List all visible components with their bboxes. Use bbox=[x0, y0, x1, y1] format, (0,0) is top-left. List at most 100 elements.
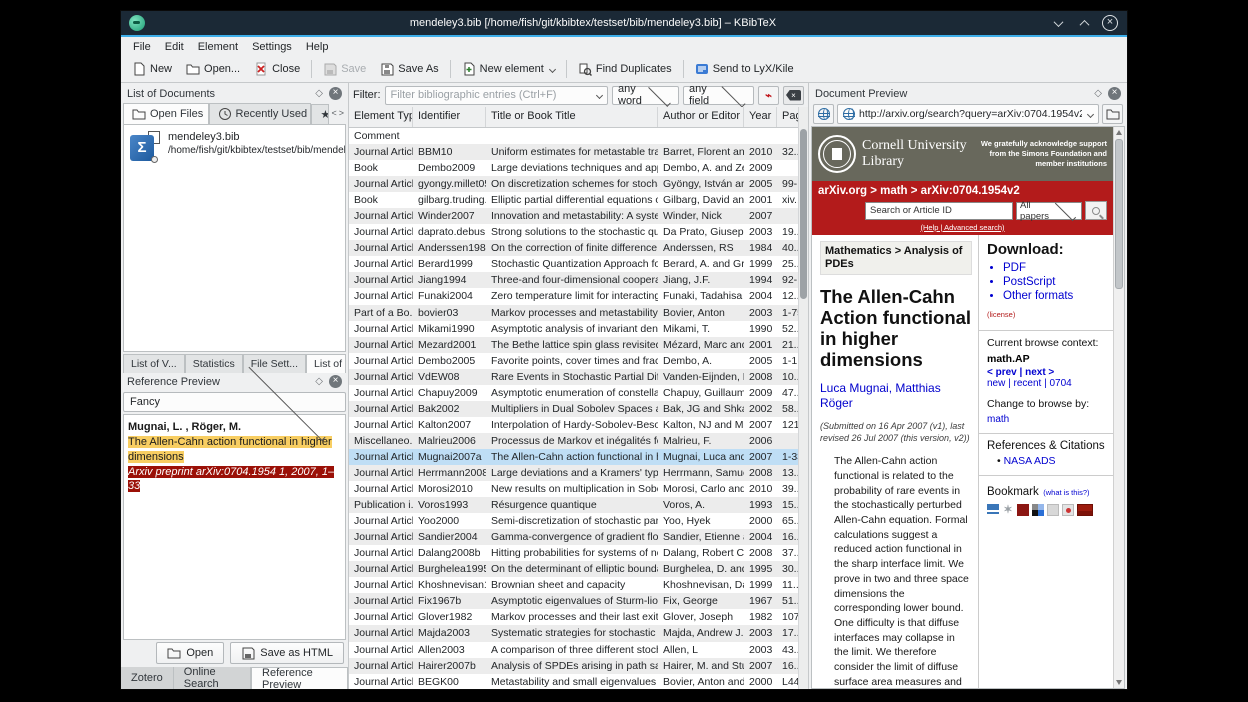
send-to-lyx-button[interactable]: Send to LyX/Kile bbox=[688, 59, 801, 79]
close-panel-icon[interactable]: × bbox=[329, 87, 342, 100]
go-online-button[interactable] bbox=[813, 104, 834, 124]
save-as-button[interactable]: Save As bbox=[373, 59, 445, 79]
nav-links[interactable]: new | recent | 0704 bbox=[987, 378, 1107, 389]
close-panel-icon[interactable]: × bbox=[329, 375, 342, 388]
license-link[interactable]: (license) bbox=[987, 310, 1015, 319]
table-row[interactable]: Journal Article Herrmann2008 Large devia… bbox=[349, 465, 808, 481]
table-row[interactable]: Journal Article Dembo2005 Favorite point… bbox=[349, 353, 808, 369]
table-row[interactable]: Journal Article Kalton2007 Interpolation… bbox=[349, 417, 808, 433]
table-row[interactable]: Journal Article Majda2003 Systematic str… bbox=[349, 625, 808, 641]
table-row[interactable]: Publication i... Voros1993 Résurgence qu… bbox=[349, 497, 808, 513]
maximize-button[interactable] bbox=[1075, 14, 1093, 32]
url-combobox[interactable]: http://arxiv.org/search?query=arXiv:0704… bbox=[837, 104, 1099, 124]
table-scrollbar[interactable] bbox=[798, 107, 808, 689]
menu-item[interactable]: Settings bbox=[246, 39, 298, 55]
prev-next-links[interactable]: < prev | next > bbox=[987, 367, 1107, 378]
table-row[interactable]: Journal Article BEGK00 Metastability and… bbox=[349, 674, 808, 689]
table-row[interactable]: Journal Article Fix1967b Asymptotic eige… bbox=[349, 593, 808, 609]
arxiv-help-links[interactable]: (Help | Advanced search) bbox=[818, 223, 1107, 232]
menu-item[interactable]: File bbox=[127, 39, 157, 55]
table-row[interactable]: Journal Article Dalang2008b Hitting prob… bbox=[349, 545, 808, 561]
table-row[interactable]: Journal Article Khoshnevisan1... Brownia… bbox=[349, 577, 808, 593]
table-row[interactable]: Journal Article Bak2002 Multipliers in D… bbox=[349, 401, 808, 417]
bookmark-citeulike-icon[interactable] bbox=[987, 504, 999, 516]
clear-filter-button[interactable]: × bbox=[783, 86, 804, 105]
download-link[interactable]: Other formats bbox=[1003, 290, 1107, 302]
table-row[interactable]: Journal Article Mikami1990 Asymptotic an… bbox=[349, 321, 808, 337]
table-row[interactable]: Journal Article Allen2003 A comparison o… bbox=[349, 642, 808, 658]
arxiv-search-input[interactable]: Search or Article ID bbox=[865, 202, 1013, 220]
nasa-ads-link[interactable]: NASA ADS bbox=[997, 455, 1107, 467]
menu-item[interactable]: Help bbox=[300, 39, 335, 55]
scroll-up-arrow-icon[interactable] bbox=[1116, 130, 1122, 135]
webview-scrollbar[interactable] bbox=[1113, 127, 1124, 688]
bookmark-reddit-icon[interactable] bbox=[1062, 504, 1074, 516]
table-row[interactable]: Journal Article Sandier2004 Gamma-conver… bbox=[349, 529, 808, 545]
bookmark-hint-link[interactable]: (what is this?) bbox=[1043, 488, 1089, 497]
column-header[interactable]: Year bbox=[744, 107, 777, 127]
table-row[interactable]: Comment bbox=[349, 128, 808, 144]
open-reference-button[interactable]: Open bbox=[156, 642, 224, 664]
menu-item[interactable]: Edit bbox=[159, 39, 190, 55]
save-button[interactable]: Save bbox=[316, 59, 373, 79]
download-link[interactable]: PostScript bbox=[1003, 276, 1107, 288]
tab-favorites[interactable]: ★ Favori bbox=[311, 104, 329, 124]
column-header[interactable]: Identifier bbox=[413, 107, 486, 127]
bookmark-sciencewise-icon[interactable] bbox=[1077, 504, 1093, 516]
scroll-down-arrow-icon[interactable] bbox=[1116, 680, 1122, 685]
table-row[interactable]: Journal Article BBM10 Uniform estimates … bbox=[349, 144, 808, 160]
table-row[interactable]: Book gilbarg.truding... Elliptic partial… bbox=[349, 192, 808, 208]
tab-online-search[interactable]: Online Search bbox=[174, 667, 251, 689]
filter-word-mode-select[interactable]: any word bbox=[612, 86, 679, 105]
column-header[interactable]: Title or Book Title bbox=[486, 107, 658, 127]
table-row[interactable]: Journal Article Mugnai2007a The Allen-Ca… bbox=[349, 449, 808, 465]
scrollbar-thumb[interactable] bbox=[800, 129, 807, 299]
download-link[interactable]: PDF bbox=[1003, 262, 1107, 274]
new-button[interactable]: New bbox=[125, 59, 179, 79]
table-row[interactable]: Journal Article VdEW08 Rare Events in St… bbox=[349, 369, 808, 385]
minimize-button[interactable] bbox=[1049, 14, 1067, 32]
menu-item[interactable]: Element bbox=[192, 39, 244, 55]
table-row[interactable]: Journal Article Burghelea1995 On the det… bbox=[349, 561, 808, 577]
table-row[interactable]: Journal Article Anderssen1984 On the cor… bbox=[349, 240, 808, 256]
column-header[interactable]: Author or Editor bbox=[658, 107, 744, 127]
table-row[interactable]: Journal Article Mezard2001 The Bethe lat… bbox=[349, 337, 808, 353]
filter-input[interactable]: Filter bibliographic entries (Ctrl+F) bbox=[385, 86, 609, 105]
table-row[interactable]: Journal Article Hairer2007b Analysis of … bbox=[349, 658, 808, 674]
arxiv-breadcrumb[interactable]: arXiv.org > math > arXiv:0704.1954v2 bbox=[818, 185, 1107, 197]
table-row[interactable]: Journal Article Winder2007 Innovation an… bbox=[349, 208, 808, 224]
find-duplicates-button[interactable]: Find Duplicates bbox=[571, 59, 679, 79]
scrollbar-thumb[interactable] bbox=[1115, 139, 1123, 289]
bookmark-bibsonomy-icon[interactable] bbox=[1017, 504, 1029, 516]
search-pdf-toggle-button[interactable]: ⌁ bbox=[758, 86, 779, 105]
table-row[interactable]: Book Dembo2009 Large deviations techniqu… bbox=[349, 160, 808, 176]
table-row[interactable]: Journal Article Glover1982 Markov proces… bbox=[349, 609, 808, 625]
bookmark-delicious-icon[interactable] bbox=[1032, 504, 1044, 516]
table-row[interactable]: Journal Article Berard1999 Stochastic Qu… bbox=[349, 256, 808, 272]
tab-list-of-documents[interactable]: List of Docu... bbox=[306, 354, 346, 373]
table-row[interactable]: Part of a Bo... bovier03 Markov processe… bbox=[349, 305, 808, 321]
table-row[interactable]: Journal Article gyongy.millet05 On discr… bbox=[349, 176, 808, 192]
column-header[interactable]: Element Type bbox=[349, 107, 413, 127]
tab-zotero[interactable]: Zotero bbox=[121, 667, 174, 689]
float-panel-icon[interactable]: ◇ bbox=[315, 376, 323, 387]
paper-authors[interactable]: Luca Mugnai, Matthias Röger bbox=[820, 381, 972, 411]
new-element-button[interactable]: New element bbox=[455, 59, 562, 79]
filter-field-mode-select[interactable]: any field bbox=[683, 86, 754, 105]
save-as-html-button[interactable]: Save as HTML bbox=[230, 642, 344, 664]
close-button[interactable]: × bbox=[1101, 14, 1119, 32]
table-row[interactable]: Journal Article Morosi2010 New results o… bbox=[349, 481, 808, 497]
tab-open-files[interactable]: Open Files bbox=[123, 103, 209, 124]
tab-scroll-arrows[interactable]: <> bbox=[329, 102, 346, 124]
table-row[interactable]: Journal Article Funaki2004 Zero temperat… bbox=[349, 288, 808, 304]
tab-reference-preview[interactable]: Reference Preview bbox=[251, 667, 348, 689]
titlebar[interactable]: mendeley3.bib [/home/fish/git/kbibtex/te… bbox=[121, 11, 1127, 37]
tab-statistics[interactable]: Statistics bbox=[185, 354, 243, 373]
table-row[interactable]: Journal Article Chapuy2009 Asymptotic en… bbox=[349, 385, 808, 401]
table-row[interactable]: Journal Article Jiang1994 Three-and four… bbox=[349, 272, 808, 288]
float-panel-icon[interactable]: ◇ bbox=[1094, 88, 1102, 99]
table-row[interactable]: Miscellaneo... Malrieu2006 Processus de … bbox=[349, 433, 808, 449]
close-file-button[interactable]: Close bbox=[247, 59, 307, 79]
preview-style-select[interactable]: Fancy bbox=[123, 392, 346, 412]
close-panel-icon[interactable]: × bbox=[1108, 87, 1121, 100]
